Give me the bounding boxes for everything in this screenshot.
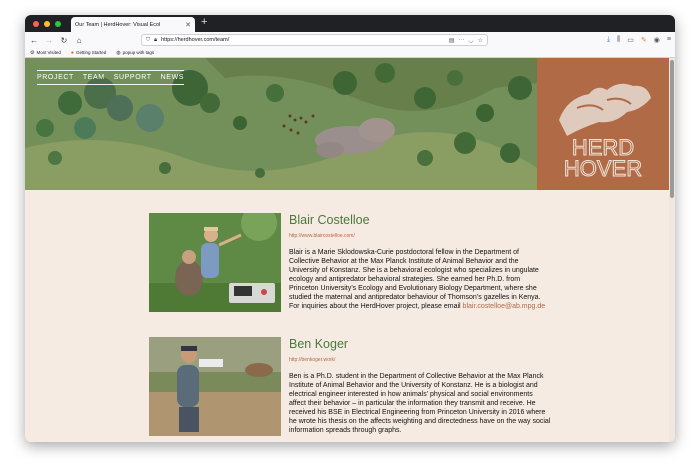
window-controls xyxy=(33,20,61,27)
profile-bio: Ben is a Ph.D. student in the Department… xyxy=(289,373,551,434)
close-window-button[interactable] xyxy=(33,20,39,27)
pocket-icon[interactable]: ◡ xyxy=(468,37,473,44)
browser-window: Our Team | HerdHover: Visual Ecol ✕ + ← … xyxy=(25,15,675,442)
minimize-window-button[interactable] xyxy=(44,20,50,27)
profile-name: Blair Costelloe xyxy=(289,213,370,227)
navigation-toolbar: ← → ↻ ⌂ ⛉ 🔒︎ https://herdhover.com/team/… xyxy=(25,32,675,48)
hero-aerial-image: PROJECT TEAM SUPPORT NEWS xyxy=(25,58,537,190)
nav-news[interactable]: NEWS xyxy=(161,74,184,81)
sidebar-icon[interactable]: ▭ xyxy=(627,36,634,44)
menu-icon[interactable]: ≡ xyxy=(667,36,671,44)
maximize-window-button[interactable] xyxy=(55,20,61,27)
logo-text-hover: HOVER xyxy=(564,156,642,181)
tab-bar: Our Team | HerdHover: Visual Ecol ✕ + xyxy=(25,15,675,32)
firefox-icon: ● xyxy=(70,49,74,56)
bookmark-popup-with-tags[interactable]: ◍ popup with tags xyxy=(116,50,154,56)
forward-icon[interactable]: → xyxy=(44,36,54,45)
page-actions-icon[interactable]: ··· xyxy=(458,37,464,44)
back-icon[interactable]: ← xyxy=(29,36,39,45)
home-icon[interactable]: ⌂ xyxy=(74,36,84,45)
url-text[interactable]: https://herdhover.com/team/ xyxy=(161,37,445,43)
bookmark-getting-started[interactable]: ● Getting Started xyxy=(71,50,106,56)
profile-photo xyxy=(149,213,281,312)
page-content: PROJECT TEAM SUPPORT NEWS HERD HOVER Bla… xyxy=(25,58,675,442)
photo-blair-fieldwork xyxy=(149,213,281,312)
library-icon[interactable]: ⫼ xyxy=(617,36,620,44)
bookmark-label: popup with tags xyxy=(122,50,155,55)
bookmark-label: Most Visited xyxy=(36,50,61,55)
reader-view-icon[interactable]: ▤ xyxy=(449,37,455,44)
scrollbar-thumb[interactable] xyxy=(670,60,674,198)
download-icon[interactable]: ⤓ xyxy=(607,36,610,44)
bookmark-label: Getting Started xyxy=(75,50,107,55)
profile-info: Blair Costelloe http://www.blaircostello… xyxy=(289,213,551,311)
profile-photo xyxy=(149,337,281,436)
nav-project[interactable]: PROJECT xyxy=(37,74,74,81)
profile-bio: Blair is a Marie Sklodowska-Curie postdo… xyxy=(289,248,551,311)
bio-text: Blair is a Marie Sklodowska-Curie postdo… xyxy=(289,249,541,310)
gear-icon: ⚙ xyxy=(30,49,35,56)
logo-graphic: HERD HOVER xyxy=(559,83,651,182)
shield-icon[interactable]: ⛉ xyxy=(146,37,150,44)
profile-website-link[interactable]: http://www.blaircostelloe.com/ xyxy=(289,233,551,239)
photo-ben-fieldwork xyxy=(149,337,281,436)
address-bar[interactable]: ⛉ 🔒︎ https://herdhover.com/team/ ▤ ··· ◡… xyxy=(141,34,488,46)
tab-close-icon[interactable]: ✕ xyxy=(185,21,191,29)
email-link[interactable]: blair.costelloe@ab.mpg.de xyxy=(463,303,546,310)
account-icon[interactable]: ◉ xyxy=(654,36,660,44)
page-scrollbar[interactable] xyxy=(669,58,675,442)
nav-team[interactable]: TEAM xyxy=(83,74,105,81)
herdhover-logo[interactable]: HERD HOVER xyxy=(537,58,669,190)
bookmark-most-visited[interactable]: ⚙ Most Visited xyxy=(30,50,61,56)
bookmark-star-icon[interactable]: ☆ xyxy=(478,37,483,44)
active-tab[interactable]: Our Team | HerdHover: Visual Ecol ✕ xyxy=(71,17,195,32)
extension-icon[interactable]: ✎ xyxy=(641,36,647,44)
reload-icon[interactable]: ↻ xyxy=(59,36,69,45)
new-tab-button[interactable]: + xyxy=(201,16,207,28)
profile-info: Ben Koger http://benkoger.work/ Ben is a… xyxy=(289,337,551,435)
tab-title: Our Team | HerdHover: Visual Ecol xyxy=(75,21,161,28)
lock-icon[interactable]: 🔒︎ xyxy=(154,37,157,44)
profile-website-link[interactable]: http://benkoger.work/ xyxy=(289,357,551,363)
nav-support[interactable]: SUPPORT xyxy=(114,74,152,81)
globe-icon: ◍ xyxy=(116,49,121,56)
main-navigation: PROJECT TEAM SUPPORT NEWS xyxy=(37,70,185,85)
profile-name: Ben Koger xyxy=(289,337,349,351)
bookmarks-toolbar: ⚙ Most Visited ● Getting Started ◍ popup… xyxy=(25,48,675,58)
